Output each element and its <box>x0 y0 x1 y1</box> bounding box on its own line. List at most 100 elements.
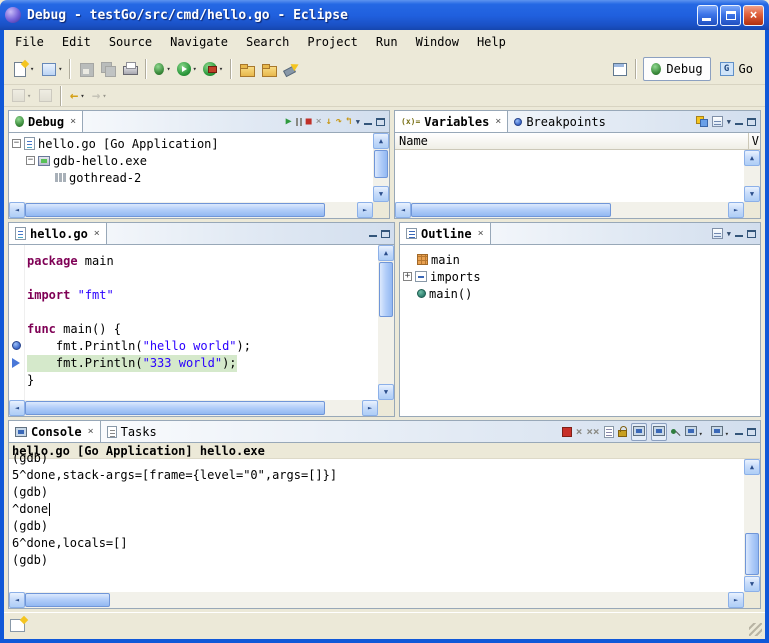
step-return-button[interactable]: ↰ <box>346 117 352 127</box>
console-line[interactable]: 6^done,locals=[] <box>12 535 744 552</box>
scroll-up-button[interactable]: ▲ <box>744 459 760 475</box>
code-line[interactable]: package main <box>27 253 394 270</box>
dropdown-icon[interactable]: ▾ <box>30 65 34 73</box>
menu-source[interactable]: Source <box>100 32 161 52</box>
run-button[interactable]: ▾ <box>175 58 199 80</box>
console-line[interactable]: (gdb) <box>12 518 744 535</box>
minimize-view-icon[interactable] <box>364 118 372 126</box>
code-line[interactable]: fmt.Println("hello world"); <box>27 338 394 355</box>
external-tools-button[interactable]: ▾ <box>201 58 225 80</box>
new-folder-button[interactable] <box>237 58 257 80</box>
scroll-left-button[interactable]: ◄ <box>395 202 411 218</box>
disconnect-button[interactable]: × <box>316 117 322 127</box>
pin-console-button[interactable] <box>671 429 676 434</box>
collapse-expander-icon[interactable]: − <box>26 156 35 165</box>
new-wizard-button[interactable]: ▾ <box>10 58 36 80</box>
step-over-button[interactable]: ↷ <box>336 117 342 127</box>
outline-view-tab[interactable]: Outline × <box>400 223 491 244</box>
scroll-left-button[interactable]: ◄ <box>9 202 25 218</box>
dropdown-icon[interactable]: ▾ <box>219 65 223 73</box>
editor-tab-hello-go[interactable]: hello.go × <box>9 223 107 244</box>
editor-horizontal-scrollbar[interactable]: ◄ ► <box>9 400 378 416</box>
sort-icon[interactable] <box>712 228 723 239</box>
resize-grip[interactable] <box>749 623 762 636</box>
open-perspective-button[interactable] <box>610 58 630 80</box>
terminate-button[interactable]: ■ <box>306 117 312 127</box>
outline-item-row[interactable]: main <box>400 251 760 268</box>
back-button[interactable]: ←▾ <box>67 85 87 107</box>
scroll-right-button[interactable]: ► <box>728 202 744 218</box>
maximize-view-icon[interactable] <box>747 230 756 238</box>
maximize-view-icon[interactable] <box>747 428 756 436</box>
window-maximize-button[interactable] <box>720 5 741 26</box>
variables-vertical-scrollbar[interactable]: ▲ ▼ <box>744 150 760 202</box>
scroll-lock-button[interactable] <box>618 430 627 437</box>
window-minimize-button[interactable] <box>697 5 718 26</box>
menu-project[interactable]: Project <box>298 32 367 52</box>
console-lines[interactable]: (gdb)5^done,stack-args=[frame={level="0"… <box>12 450 744 592</box>
menu-edit[interactable]: Edit <box>53 32 100 52</box>
scrollbar-thumb[interactable] <box>25 203 325 217</box>
close-icon[interactable]: × <box>478 228 484 239</box>
console-line[interactable]: (gdb) <box>12 552 744 569</box>
view-menu-icon[interactable]: ▼ <box>727 118 731 126</box>
dropdown-icon[interactable]: ▾ <box>102 92 106 100</box>
scroll-right-button[interactable]: ► <box>728 592 744 608</box>
maximize-view-icon[interactable] <box>376 118 385 126</box>
scrollbar-thumb[interactable] <box>374 150 388 178</box>
debug-view-tab[interactable]: Debug × <box>9 111 83 132</box>
close-icon[interactable]: × <box>70 116 76 127</box>
close-icon[interactable]: × <box>495 116 501 127</box>
debug-horizontal-scrollbar[interactable]: ◄ ► <box>9 202 373 218</box>
title-bar[interactable]: Debug - testGo/src/cmd/hello.go - Eclips… <box>0 0 769 30</box>
variables-view-tab[interactable]: (x)= Variables × <box>395 111 508 132</box>
menu-help[interactable]: Help <box>468 32 515 52</box>
scrollbar-thumb[interactable] <box>379 262 393 317</box>
dropdown-icon[interactable]: ▾ <box>58 65 62 73</box>
debug-tree-row[interactable]: −hello.go [Go Application] <box>9 135 373 152</box>
console-vertical-scrollbar[interactable]: ▲ ▼ <box>744 459 760 592</box>
resume-button[interactable]: ▶ <box>286 117 292 127</box>
code-line[interactable] <box>27 270 394 287</box>
scroll-left-button[interactable]: ◄ <box>9 400 25 416</box>
view-menu-icon[interactable]: ▼ <box>727 230 731 238</box>
expand-expander-icon[interactable]: + <box>403 272 412 281</box>
scrollbar-thumb[interactable] <box>745 533 759 575</box>
close-icon[interactable]: × <box>88 426 94 437</box>
minimize-view-icon[interactable] <box>735 428 743 436</box>
console-line[interactable]: (gdb) <box>12 450 744 467</box>
scroll-right-button[interactable]: ► <box>362 400 378 416</box>
search-button[interactable] <box>281 58 301 80</box>
dropdown-icon[interactable]: ▾ <box>193 65 197 73</box>
code-line[interactable] <box>27 304 394 321</box>
display-selected-console-button[interactable]: ▾ <box>683 423 705 441</box>
close-icon[interactable]: × <box>94 228 100 239</box>
instruction-pointer-marker[interactable] <box>12 358 20 368</box>
dropdown-icon[interactable]: ▾ <box>27 92 31 100</box>
open-console-button[interactable]: ▾ <box>709 423 731 441</box>
breakpoints-view-tab[interactable]: Breakpoints <box>508 111 611 132</box>
console-line[interactable]: 5^done,stack-args=[frame={level="0",args… <box>12 467 744 484</box>
save-all-button[interactable] <box>98 58 118 80</box>
maximize-view-icon[interactable] <box>747 118 756 126</box>
console-horizontal-scrollbar[interactable]: ◄ ► <box>9 592 744 608</box>
scroll-down-button[interactable]: ▼ <box>744 186 760 202</box>
dropdown-icon[interactable]: ▾ <box>699 430 703 438</box>
perspective-debug-button[interactable]: Debug <box>643 57 710 81</box>
console-line[interactable]: ^done <box>12 501 744 518</box>
open-resource-button[interactable] <box>259 58 279 80</box>
dropdown-icon[interactable]: ▾ <box>166 65 170 73</box>
save-button[interactable] <box>76 58 96 80</box>
scroll-left-button[interactable]: ◄ <box>9 592 25 608</box>
minimize-view-icon[interactable] <box>735 118 743 126</box>
console-line[interactable]: (gdb) <box>12 484 744 501</box>
fast-view-icon[interactable] <box>10 619 25 632</box>
breakpoint-marker[interactable] <box>12 341 21 350</box>
remove-all-launches-button[interactable]: ×× <box>586 426 599 437</box>
scroll-up-button[interactable]: ▲ <box>373 133 389 149</box>
scroll-down-button[interactable]: ▼ <box>378 384 394 400</box>
print-button[interactable] <box>120 58 140 80</box>
scroll-up-button[interactable]: ▲ <box>744 150 760 166</box>
suspend-button[interactable] <box>296 118 302 126</box>
scroll-down-button[interactable]: ▼ <box>373 186 389 202</box>
